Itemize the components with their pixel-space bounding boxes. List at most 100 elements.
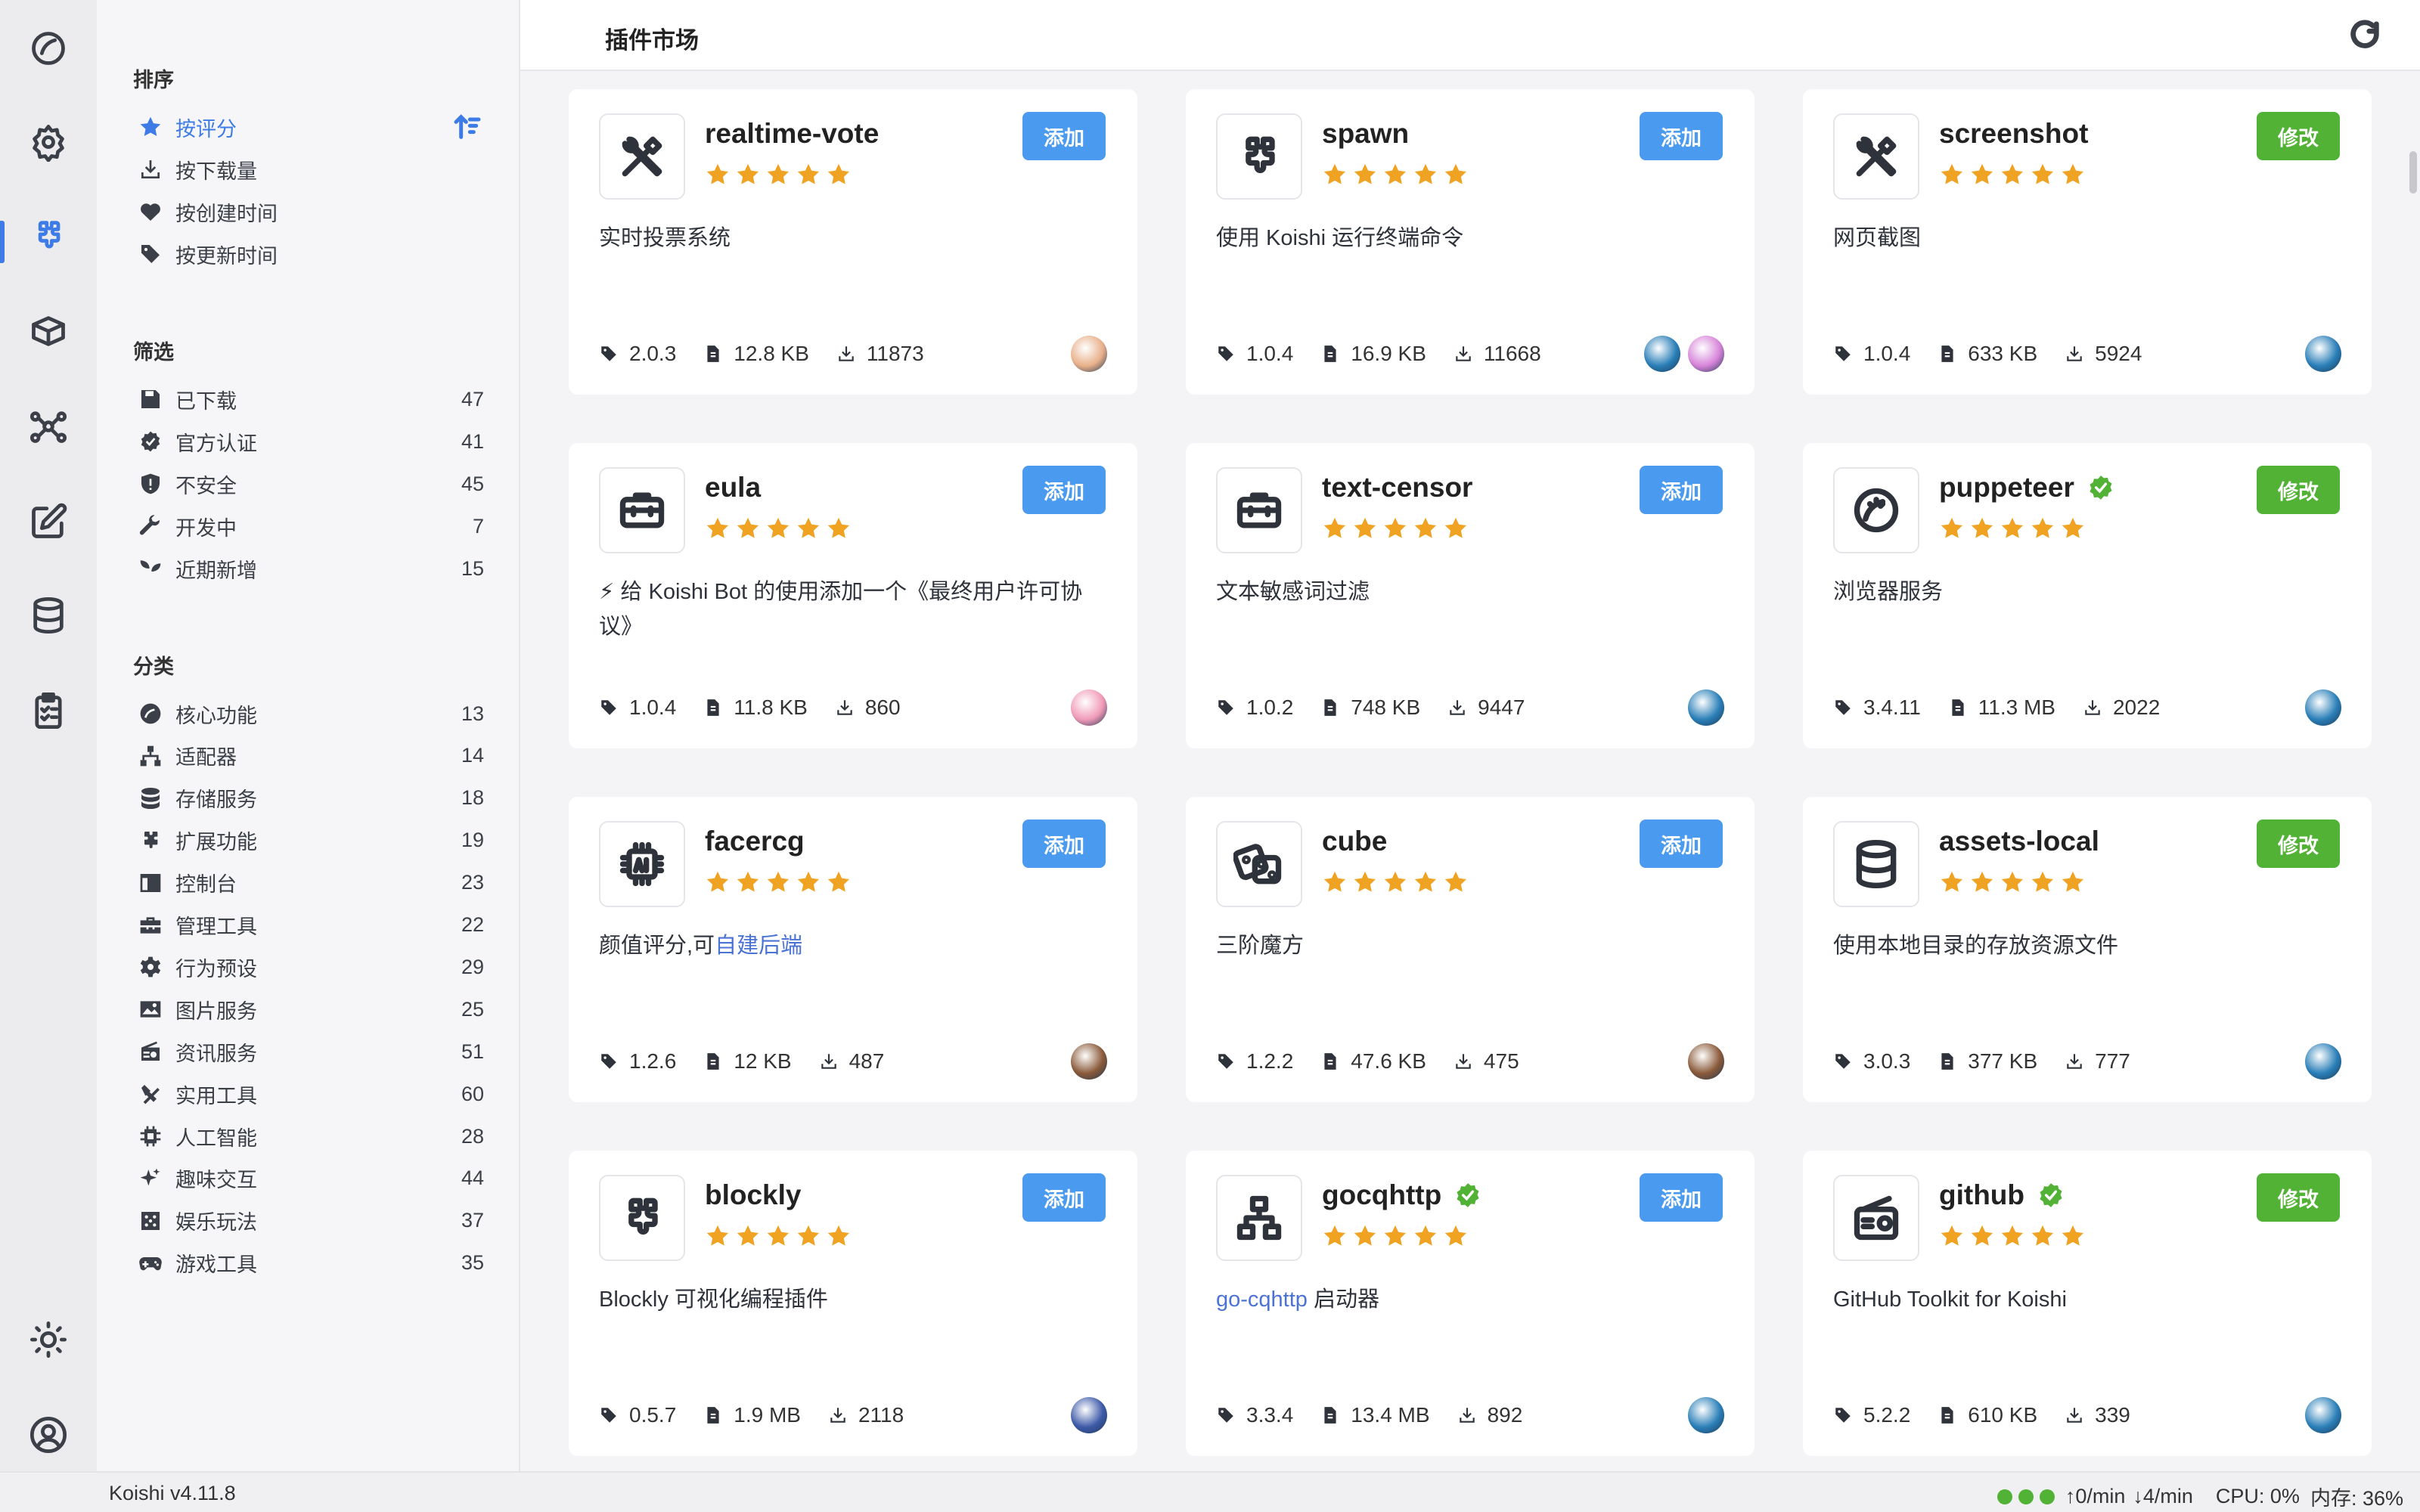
- avatar[interactable]: [1688, 336, 1724, 372]
- plugin-card[interactable]: eula 添加 ⚡ 给 Koishi Bot 的使用添加一个《最终用户许可协议》 1.…: [569, 443, 1137, 748]
- avatar[interactable]: [2305, 1043, 2341, 1080]
- sidebar-item[interactable]: 开发中 7: [136, 507, 484, 546]
- add-button[interactable]: 添加: [1640, 820, 1723, 868]
- edit-button[interactable]: 修改: [2257, 820, 2340, 868]
- tag-icon: [1833, 344, 1863, 364]
- plugin-name[interactable]: blockly: [705, 1179, 802, 1211]
- sidebar-item[interactable]: 按创建时间: [136, 192, 484, 231]
- avatar[interactable]: [1071, 1397, 1107, 1433]
- plugin-card[interactable]: cube 添加 三阶魔方 1.2.2 47.6 KB 475: [1186, 797, 1754, 1102]
- meta-downloads-value: 475: [1483, 1049, 1519, 1073]
- plugin-card[interactable]: puppeteer 修改 浏览器服务 3.4.11 11.3 MB 2022: [1803, 443, 2372, 748]
- add-button[interactable]: 添加: [1022, 820, 1106, 868]
- plugin-card[interactable]: facercg 添加 颜值评分,可自建后端 1.2.6 12 KB 487: [569, 797, 1137, 1102]
- add-button[interactable]: 添加: [1640, 112, 1723, 160]
- plugin-name-text: blockly: [705, 1179, 802, 1210]
- plugin-name[interactable]: eula: [705, 472, 761, 503]
- plugin-name[interactable]: puppeteer: [1939, 472, 2115, 503]
- dashboard-icon[interactable]: [27, 27, 70, 70]
- maintainers: [1063, 689, 1107, 726]
- edit-button[interactable]: 修改: [2257, 1173, 2340, 1222]
- sidebar-item[interactable]: 资讯服务 51: [136, 1032, 484, 1071]
- sidebar-item[interactable]: 娱乐玩法 37: [136, 1201, 484, 1241]
- plugin-card[interactable]: text-censor 添加 文本敏感词过滤 1.0.2 748 KB 9447: [1186, 443, 1754, 748]
- description-link[interactable]: go-cqhttp: [1216, 1287, 1308, 1312]
- avatar[interactable]: [1644, 336, 1680, 372]
- sidebar-item[interactable]: 适配器 14: [136, 736, 484, 776]
- plugin-card[interactable]: screenshot 修改 网页截图 1.0.4 633 KB 5924: [1803, 89, 2372, 395]
- sidebar-item-count: 18: [461, 786, 484, 810]
- maintainers: [1680, 1397, 1724, 1433]
- add-button[interactable]: 添加: [1640, 466, 1723, 514]
- plugin-name[interactable]: realtime-vote: [705, 118, 879, 150]
- plugin-name-text: gocqhttp: [1322, 1179, 1442, 1210]
- edit-button[interactable]: 修改: [2257, 466, 2340, 514]
- avatar[interactable]: [1071, 1043, 1107, 1080]
- refresh-icon[interactable]: [2347, 18, 2382, 53]
- sidebar-item[interactable]: 游戏工具 35: [136, 1244, 484, 1283]
- meta-downloads: 2022: [2083, 696, 2160, 720]
- star-icon: [826, 869, 856, 899]
- sidebar-item[interactable]: 管理工具 22: [136, 906, 484, 945]
- add-button[interactable]: 添加: [1022, 1173, 1106, 1222]
- sidebar-item[interactable]: 实用工具 60: [136, 1074, 484, 1114]
- sidebar-item[interactable]: 近期新增 15: [136, 549, 484, 588]
- plugin-card[interactable]: assets-local 修改 使用本地目录的存放资源文件 3.0.3 377 KB 77…: [1803, 797, 2372, 1102]
- star-icon: [705, 162, 735, 191]
- plugin-name[interactable]: assets-local: [1939, 826, 2099, 857]
- settings-icon[interactable]: [27, 121, 70, 163]
- add-button[interactable]: 添加: [1022, 112, 1106, 160]
- sidebar-item[interactable]: 行为预设 29: [136, 947, 484, 987]
- avatar[interactable]: [2305, 1397, 2341, 1433]
- avatar[interactable]: [2305, 336, 2341, 372]
- sidebar-item[interactable]: 趣味交互 44: [136, 1159, 484, 1198]
- avatar[interactable]: [1688, 1043, 1724, 1080]
- sidebar-item[interactable]: 按下载量: [136, 150, 484, 189]
- sidebar-item-count: 47: [461, 387, 484, 411]
- sidebar-item[interactable]: 已下载 47: [136, 380, 484, 419]
- plugin-card[interactable]: blockly 添加 Blockly 可视化编程插件 0.5.7 1.9 MB 2118: [569, 1151, 1137, 1456]
- plugin-name[interactable]: text-censor: [1322, 472, 1472, 503]
- plugin-name[interactable]: spawn: [1322, 118, 1409, 150]
- description-link[interactable]: 自建后端: [715, 934, 802, 958]
- plugin-icon[interactable]: [27, 215, 70, 257]
- plugin-name[interactable]: github: [1939, 1179, 2065, 1211]
- avatar[interactable]: [1071, 689, 1107, 726]
- edit-icon[interactable]: [27, 500, 70, 543]
- plugin-card[interactable]: github 修改 GitHub Toolkit for Koishi 5.2.2 61…: [1803, 1151, 2372, 1456]
- add-button[interactable]: 添加: [1022, 466, 1106, 514]
- package-icon[interactable]: [27, 310, 70, 352]
- edit-button[interactable]: 修改: [2257, 112, 2340, 160]
- sidebar-item[interactable]: 控制台 23: [136, 863, 484, 903]
- sidebar-item[interactable]: 按更新时间: [136, 234, 484, 274]
- sort-direction-icon[interactable]: [452, 112, 482, 142]
- user-icon[interactable]: [27, 1414, 70, 1456]
- avatar[interactable]: [1688, 689, 1724, 726]
- plugin-name[interactable]: facercg: [705, 826, 805, 857]
- database-icon[interactable]: [27, 594, 70, 637]
- scrollbar[interactable]: [2409, 151, 2417, 194]
- meta-downloads: 777: [2065, 1049, 2130, 1074]
- star-icon: [1413, 1223, 1443, 1253]
- sidebar-item[interactable]: 图片服务 25: [136, 990, 484, 1029]
- plugin-card[interactable]: spawn 添加 使用 Koishi 运行终端命令 1.0.4 16.9 KB 11668: [1186, 89, 1754, 395]
- sidebar-item[interactable]: 存储服务 18: [136, 779, 484, 818]
- plugin-card[interactable]: realtime-vote 添加 实时投票系统 2.0.3 12.8 KB 11873: [569, 89, 1137, 395]
- add-button[interactable]: 添加: [1640, 1173, 1723, 1222]
- sidebar-item[interactable]: 扩展功能 19: [136, 821, 484, 860]
- plugin-name[interactable]: gocqhttp: [1322, 1179, 1482, 1211]
- sidebar-item[interactable]: 官方认证 41: [136, 422, 484, 461]
- sidebar-item[interactable]: 核心功能 13: [136, 694, 484, 733]
- avatar[interactable]: [1071, 336, 1107, 372]
- sidebar-item[interactable]: 不安全 45: [136, 464, 484, 503]
- avatar[interactable]: [1688, 1397, 1724, 1433]
- theme-icon[interactable]: [27, 1318, 70, 1361]
- clipboard-icon[interactable]: [27, 689, 70, 732]
- plugin-name[interactable]: cube: [1322, 826, 1387, 857]
- sidebar-item[interactable]: 按评分: [136, 107, 484, 147]
- sidebar-item[interactable]: 人工智能 28: [136, 1117, 484, 1156]
- network-icon[interactable]: [27, 405, 70, 448]
- plugin-card[interactable]: gocqhttp 添加 go-cqhttp 启动器 3.3.4 13.4 MB 892: [1186, 1151, 1754, 1456]
- avatar[interactable]: [2305, 689, 2341, 726]
- plugin-name[interactable]: screenshot: [1939, 118, 2088, 150]
